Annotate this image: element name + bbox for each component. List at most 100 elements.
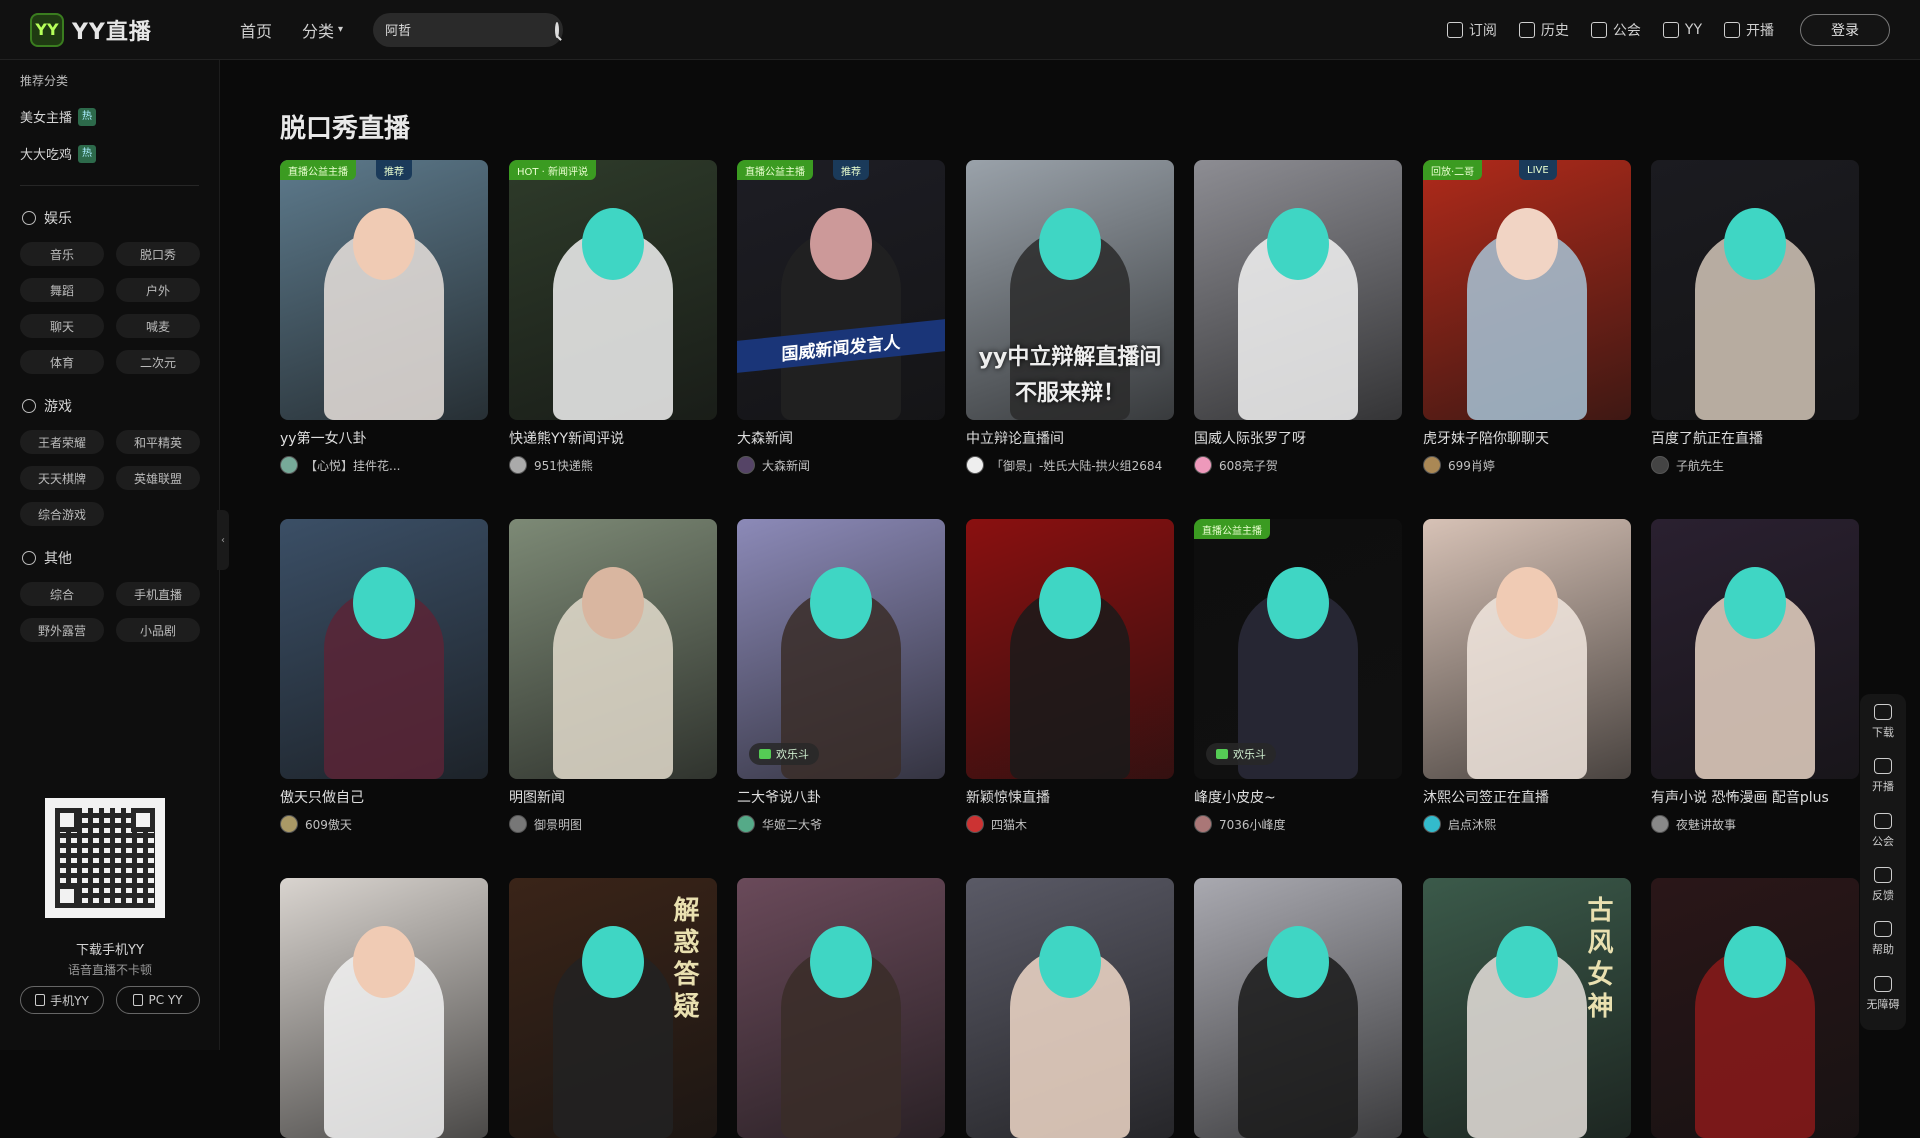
live-thumbnail[interactable] (1423, 519, 1631, 779)
card-streamer[interactable]: 子航先生 (1651, 456, 1859, 474)
card-title[interactable]: 快递熊YY新闻评说 (509, 428, 717, 448)
search-icon[interactable] (555, 21, 560, 38)
card-title[interactable]: 大森新闻 (737, 428, 945, 448)
card-streamer[interactable]: 【心悦】挂件花... (280, 456, 488, 474)
live-thumbnail[interactable]: 直播公益主播 推荐 (280, 160, 488, 420)
header-action-1[interactable]: 历史 (1518, 20, 1569, 40)
live-room-card[interactable]: 古风女神 (1423, 878, 1631, 1138)
category-chip[interactable]: 和平精英 (116, 430, 200, 454)
sidebar-group-2[interactable]: 其他 (22, 548, 219, 568)
category-chip[interactable]: 小品剧 (116, 618, 200, 642)
card-streamer[interactable]: 启点沐熙 (1423, 815, 1631, 833)
live-thumbnail[interactable]: 解惑答疑 (509, 878, 717, 1138)
card-streamer[interactable]: 大森新闻 (737, 456, 945, 474)
card-streamer[interactable]: 7036小峰度 (1194, 815, 1402, 833)
live-thumbnail[interactable] (1651, 519, 1859, 779)
category-chip[interactable]: 二次元 (116, 350, 200, 374)
login-button[interactable]: 登录 (1800, 14, 1890, 46)
card-streamer[interactable]: 四猫木 (966, 815, 1174, 833)
float-download-button[interactable]: 下载 (1872, 704, 1894, 758)
live-room-card[interactable]: 百度了航正在直播 子航先生 (1651, 160, 1859, 474)
live-thumbnail[interactable] (966, 878, 1174, 1138)
live-thumbnail[interactable] (966, 519, 1174, 779)
live-room-card[interactable]: 直播公益主播 推荐 yy第一女八卦 【心悦】挂件花... (280, 160, 488, 474)
category-chip[interactable]: 野外露营 (20, 618, 104, 642)
category-chip[interactable]: 王者荣耀 (20, 430, 104, 454)
card-title[interactable]: 沐熙公司签正在直播 (1423, 787, 1631, 807)
card-streamer[interactable]: 「御景」-姓氏大陆-拱火组2684 (966, 456, 1174, 474)
live-thumbnail[interactable] (280, 519, 488, 779)
pc-yy-button[interactable]: PC YY (116, 986, 200, 1014)
card-streamer[interactable]: 608亮子贺 (1194, 456, 1402, 474)
card-title[interactable]: 有声小说 恐怖漫画 配音plus (1651, 787, 1859, 807)
category-chip[interactable]: 舞蹈 (20, 278, 104, 302)
header-action-4[interactable]: 开播 (1724, 20, 1774, 40)
card-title[interactable]: 中立辩论直播间 (966, 428, 1174, 448)
category-chip[interactable]: 音乐 (20, 242, 104, 266)
live-thumbnail[interactable] (280, 878, 488, 1138)
live-thumbnail[interactable]: yy中立辩解直播间 不服来辩！ (966, 160, 1174, 420)
category-chip[interactable]: 聊天 (20, 314, 104, 338)
live-thumbnail[interactable] (509, 519, 717, 779)
live-thumbnail[interactable] (737, 878, 945, 1138)
category-chip[interactable]: 户外 (116, 278, 200, 302)
live-room-card[interactable]: 直播公益主播 欢乐斗 峰度小皮皮~ 7036小峰度 (1194, 519, 1402, 833)
live-thumbnail[interactable]: HOT · 新闻评说 (509, 160, 717, 420)
live-thumbnail[interactable]: 欢乐斗 (737, 519, 945, 779)
card-streamer[interactable]: 御景明图 (509, 815, 717, 833)
card-title[interactable]: 明图新闻 (509, 787, 717, 807)
live-room-card[interactable] (1194, 878, 1402, 1138)
card-title[interactable]: 傲天只做自己 (280, 787, 488, 807)
live-room-card[interactable]: 有声小说 恐怖漫画 配音plus 夜魅讲故事 (1651, 519, 1859, 833)
card-title[interactable]: 国威人际张罗了呀 (1194, 428, 1402, 448)
category-chip[interactable]: 脱口秀 (116, 242, 200, 266)
category-chip[interactable]: 综合游戏 (20, 502, 104, 526)
live-room-card[interactable] (737, 878, 945, 1138)
card-title[interactable]: yy第一女八卦 (280, 428, 488, 448)
card-streamer[interactable]: 609傲天 (280, 815, 488, 833)
card-streamer[interactable]: 951快递熊 (509, 456, 717, 474)
live-room-card[interactable]: 直播公益主播 推荐 国威新闻发言人 大森新闻 大森新闻 (737, 160, 945, 474)
category-chip[interactable]: 综合 (20, 582, 104, 606)
live-thumbnail[interactable]: 古风女神 (1423, 878, 1631, 1138)
live-room-card[interactable]: HOT · 新闻评说快递熊YY新闻评说 951快递熊 (509, 160, 717, 474)
category-chip[interactable]: 手机直播 (116, 582, 200, 606)
float-accessibility-button[interactable]: 无障碍 (1867, 975, 1900, 1030)
live-room-card[interactable]: 回放·二哥 LIVE 虎牙妹子陪你聊聊天 699肖婷 (1423, 160, 1631, 474)
category-chip[interactable]: 体育 (20, 350, 104, 374)
sidebar-group-1[interactable]: 游戏 (22, 396, 219, 416)
header-action-0[interactable]: 订阅 (1446, 20, 1497, 40)
search-box[interactable] (373, 12, 564, 47)
live-room-card[interactable] (966, 878, 1174, 1138)
live-room-card[interactable]: 国威人际张罗了呀 608亮子贺 (1194, 160, 1402, 474)
live-thumbnail[interactable] (1194, 160, 1402, 420)
card-streamer[interactable]: 华姬二大爷 (737, 815, 945, 833)
mobile-yy-button[interactable]: 手机YY (20, 986, 104, 1014)
live-room-card[interactable]: 解惑答疑 (509, 878, 717, 1138)
live-thumbnail[interactable]: 直播公益主播 欢乐斗 (1194, 519, 1402, 779)
sidebar-collapse-handle[interactable]: ‹ (217, 510, 229, 570)
live-thumbnail[interactable]: 回放·二哥 LIVE (1423, 160, 1631, 420)
live-room-card[interactable]: 沐熙公司签正在直播 启点沐熙 (1423, 519, 1631, 833)
live-room-card[interactable]: yy中立辩解直播间 不服来辩！ 中立辩论直播间 「御景」-姓氏大陆-拱火组2684 (966, 160, 1174, 474)
live-room-card[interactable]: 明图新闻 御景明图 (509, 519, 717, 833)
recommend-item[interactable]: 大大吃鸡热 (20, 144, 219, 163)
category-chip[interactable]: 英雄联盟 (116, 466, 200, 490)
float-headset-button[interactable]: 帮助 (1872, 921, 1894, 975)
header-action-3[interactable]: YY (1662, 22, 1702, 38)
live-room-card[interactable]: 傲天只做自己 609傲天 (280, 519, 488, 833)
recommend-item[interactable]: 美女主播热 (20, 107, 219, 126)
live-room-card[interactable] (1651, 878, 1859, 1138)
live-thumbnail[interactable] (1194, 878, 1402, 1138)
card-title[interactable]: 虎牙妹子陪你聊聊天 (1423, 428, 1631, 448)
live-room-card[interactable] (280, 878, 488, 1138)
card-title[interactable]: 新颖惊悚直播 (966, 787, 1174, 807)
sidebar-group-0[interactable]: 娱乐 (22, 208, 219, 228)
float-guild-shield-button[interactable]: 公会 (1872, 812, 1894, 867)
category-chip[interactable]: 天天棋牌 (20, 466, 104, 490)
nav-home[interactable]: 首页 (240, 18, 272, 42)
header-action-2[interactable]: 公会 (1590, 20, 1641, 40)
live-thumbnail[interactable]: 直播公益主播 推荐 国威新闻发言人 (737, 160, 945, 420)
yy-logo[interactable]: YY YY直播 (30, 12, 210, 47)
card-streamer[interactable]: 699肖婷 (1423, 456, 1631, 474)
